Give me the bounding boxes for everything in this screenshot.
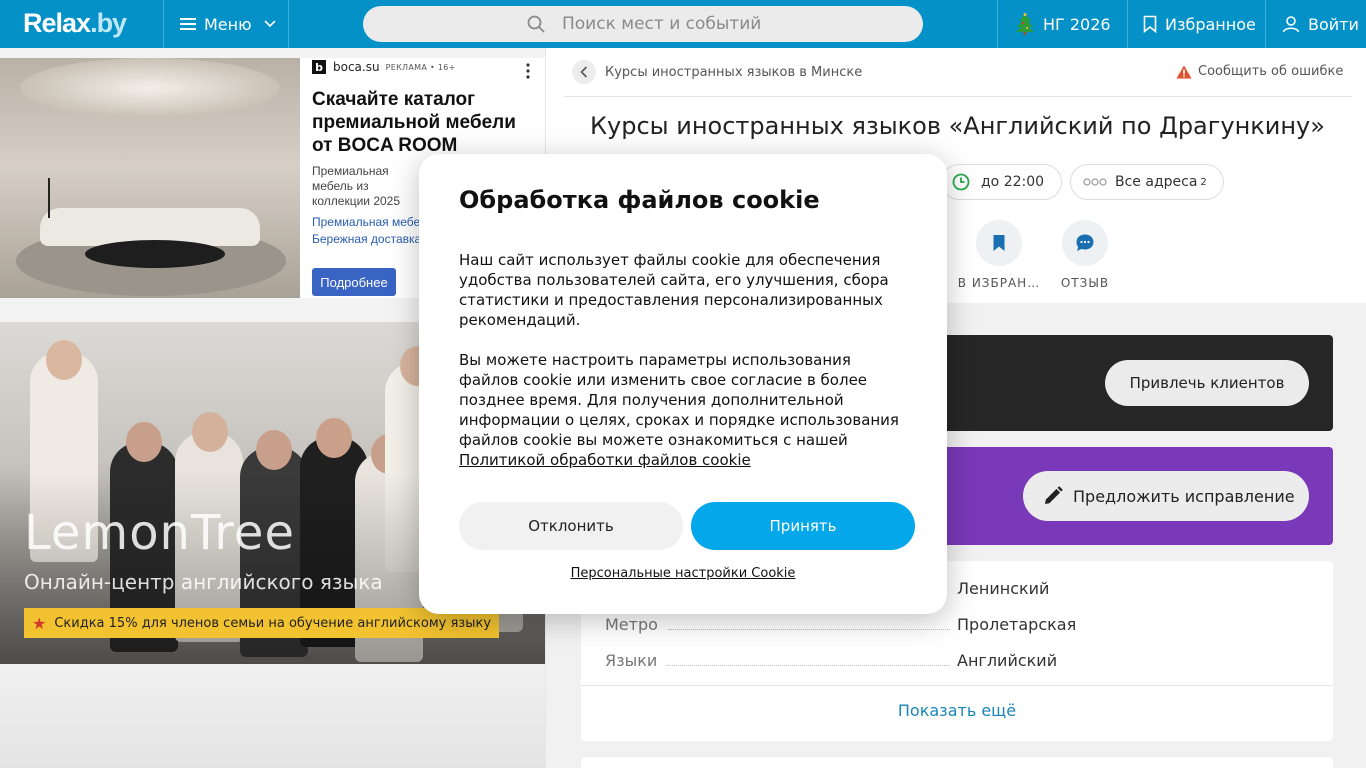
all-addresses-label: Все адреса	[1115, 174, 1198, 190]
menu-button[interactable]: Меню	[163, 0, 289, 48]
header-divider	[564, 96, 1352, 97]
ad-description: Премиальная мебель из коллекции 2025 под…	[312, 164, 401, 208]
ad-link[interactable]: Бережная доставка	[312, 231, 422, 248]
user-icon	[1282, 16, 1300, 33]
suggest-correction-button[interactable]: Предложить исправление	[1023, 471, 1309, 521]
login-link[interactable]: Войти	[1265, 0, 1366, 48]
accept-button[interactable]: Принять	[691, 502, 915, 550]
login-label: Войти	[1308, 14, 1359, 34]
ad-source-name: boca.su	[333, 60, 380, 74]
ng-2026-link[interactable]: НГ 2026	[997, 0, 1128, 48]
hours-chip[interactable]: до 22:00	[941, 164, 1062, 200]
info-row-languages: Языки Английский	[605, 648, 1325, 670]
hamburger-icon	[180, 18, 196, 30]
promo-subtitle: Онлайн-центр английского языка	[24, 570, 383, 594]
ng-label: НГ 2026	[1043, 14, 1111, 34]
info-value[interactable]: Пролетарская	[957, 615, 1076, 634]
favorites-label: Избранное	[1165, 14, 1256, 34]
ad-tag: РЕКЛАМА • 16+	[385, 62, 456, 72]
addresses-count: 2	[1200, 176, 1207, 188]
favorite-label: В ИЗБРАН…	[957, 276, 1041, 290]
breadcrumb[interactable]: Курсы иностранных языков в Минске	[572, 60, 862, 84]
clock-icon	[952, 173, 970, 191]
christmas-tree-icon	[1016, 13, 1034, 35]
review-button[interactable]: ОТЗЫВ	[1040, 220, 1130, 290]
cookie-dialog: Обработка файлов cookie Наш сайт использ…	[419, 154, 947, 614]
breadcrumb-link[interactable]: Курсы иностранных языков в Минске	[605, 65, 862, 80]
info-value[interactable]: Ленинский	[957, 579, 1049, 598]
discount-text: Скидка 15% для членов семьи на обучение …	[54, 615, 492, 631]
more-vertical-icon[interactable]	[522, 62, 534, 80]
ad-more-button[interactable]: Подробнее	[312, 268, 396, 296]
all-addresses-chip[interactable]: Все адреса 2	[1070, 164, 1224, 200]
menu-label: Меню	[204, 14, 252, 34]
info-dots	[667, 665, 950, 666]
promo-title: LemonTree	[24, 505, 295, 561]
cookie-text-2: Вы можете настроить параметры использова…	[459, 350, 909, 470]
ad-source[interactable]: b boca.su РЕКЛАМА • 16+	[312, 60, 456, 74]
chevron-left-icon	[580, 66, 588, 78]
back-button[interactable]	[572, 60, 596, 84]
star-icon: ★	[32, 613, 47, 633]
report-error-link[interactable]: Сообщить об ошибке	[1176, 64, 1343, 79]
add-to-favorites-button[interactable]: В ИЗБРАН…	[954, 220, 1044, 290]
show-more-link[interactable]: Показать ещё	[581, 701, 1333, 720]
info-key: Метро	[605, 615, 658, 634]
review-circle[interactable]	[1062, 220, 1108, 266]
search-bar[interactable]	[363, 6, 923, 42]
cookie-text-2-body: Вы можете настроить параметры использова…	[459, 351, 899, 449]
bookmark-icon	[1143, 15, 1157, 33]
chat-bubble-icon	[1076, 234, 1094, 251]
ad-image[interactable]	[0, 58, 300, 298]
ad-title[interactable]: Скачайте каталог премиальной мебели от B…	[312, 88, 532, 157]
dots-icon	[1083, 178, 1107, 186]
suggest-correction-label: Предложить исправление	[1073, 486, 1295, 506]
info-dots	[667, 629, 950, 630]
ad-links: Премиальная мебель Бережная доставка	[312, 214, 422, 248]
ad-source-logo: b	[312, 60, 326, 74]
attract-clients-button[interactable]: Привлечь клиентов	[1105, 360, 1309, 406]
favorite-circle[interactable]	[976, 220, 1022, 266]
warning-icon	[1176, 65, 1192, 78]
search-icon	[527, 15, 545, 33]
pencil-icon	[1045, 486, 1063, 504]
bookmark-icon	[993, 235, 1005, 251]
discount-badge: ★ Скидка 15% для членов семьи на обучени…	[24, 608, 500, 638]
chevron-down-icon	[264, 20, 276, 28]
next-card	[581, 757, 1333, 768]
cookie-title: Обработка файлов cookie	[459, 186, 820, 214]
ad-link[interactable]: Премиальная мебель	[312, 214, 422, 231]
site-logo[interactable]: Relax.by	[23, 8, 127, 39]
page-title: Курсы иностранных языков «Английский по …	[590, 112, 1325, 140]
site-header: Relax.by Меню НГ 2026 Избранное Войти	[0, 0, 1366, 48]
search-input[interactable]	[562, 14, 922, 34]
cookie-settings-link[interactable]: Персональные настройки Cookie	[419, 566, 947, 581]
info-separator	[581, 685, 1333, 686]
decline-button[interactable]: Отклонить	[459, 502, 683, 550]
info-key: Языки	[605, 651, 658, 670]
favorites-link[interactable]: Избранное	[1127, 0, 1266, 48]
cookie-text-1: Наш сайт использует файлы cookie для обе…	[459, 251, 889, 329]
info-row-metro: Метро Пролетарская	[605, 612, 1325, 634]
left-bottom-area	[0, 664, 545, 768]
info-value[interactable]: Английский	[957, 651, 1057, 670]
report-error-label: Сообщить об ошибке	[1198, 64, 1344, 79]
review-label: ОТЗЫВ	[1060, 276, 1110, 290]
cookie-policy-link[interactable]: Политикой обработки файлов cookie	[459, 451, 751, 469]
hours-label: до 22:00	[981, 174, 1045, 190]
